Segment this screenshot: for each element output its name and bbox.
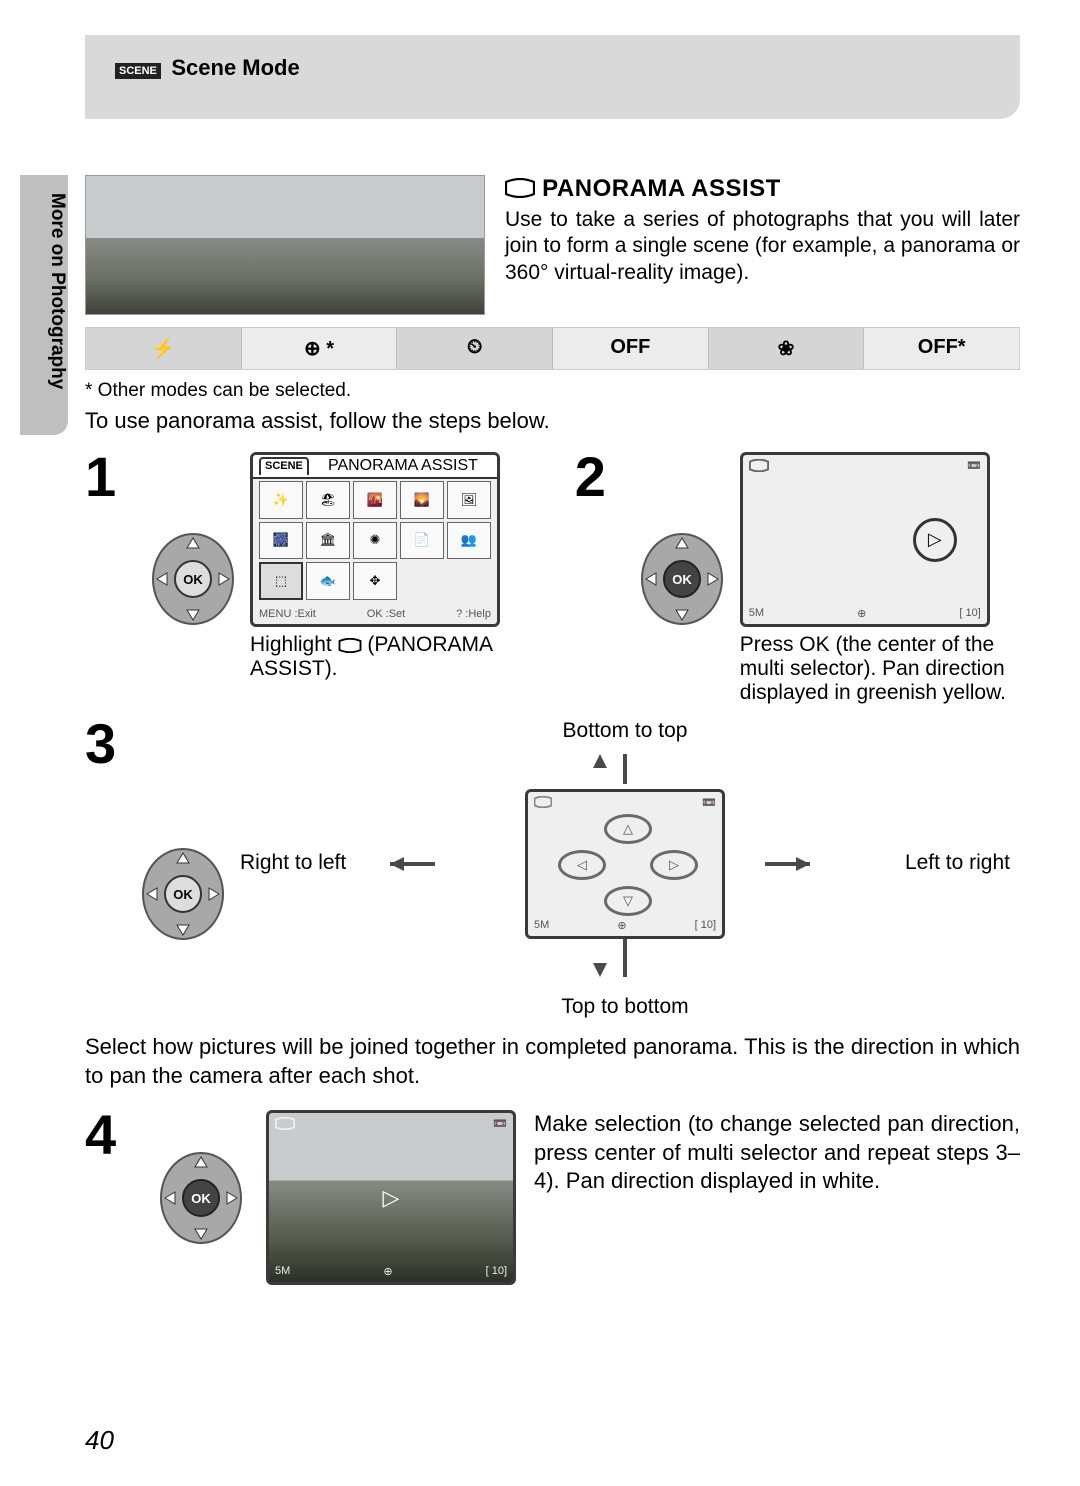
shots-remaining-label: [ 10] xyxy=(486,1265,507,1278)
scene-badge: SCENE xyxy=(115,63,161,79)
step1-screen: SCENE PANORAMA ASSIST ✨🏖🌇🌄🖼 🎆🏛✺📄👥 ⬚🐟✥ ME… xyxy=(250,452,500,627)
label-right-to-left: Right to left xyxy=(240,851,346,875)
footnote: * Other modes can be selected. xyxy=(85,380,1020,402)
setting-selftimer: ⏲ xyxy=(397,328,553,369)
image-size-label: 5M xyxy=(275,1265,290,1278)
setting-selftimer-alt: ⊕ * xyxy=(242,328,398,369)
feature-title: PANORAMA ASSIST xyxy=(505,175,1020,203)
step2-caption: Press OK (the center of the multi select… xyxy=(740,633,1020,705)
panorama-icon xyxy=(534,796,552,808)
step4-screen: 📼 ▷ 5M ⊕ [ 10] xyxy=(266,1110,516,1285)
svg-text:OK: OK xyxy=(191,1191,211,1206)
header-title: Scene Mode xyxy=(171,55,299,80)
step1-caption: Highlight (PANORAMA ASSIST). xyxy=(250,633,575,681)
multi-selector-icon: OK xyxy=(156,1148,246,1248)
svg-text:OK: OK xyxy=(673,572,693,587)
settings-strip: ⚡ ⊕ * ⏲ OFF ❀ OFF* xyxy=(85,327,1020,370)
step-number-2: 2 xyxy=(575,452,625,502)
panorama-icon xyxy=(505,178,535,198)
multi-selector-icon: OK xyxy=(138,844,228,944)
panorama-cell: ⬚ xyxy=(259,562,303,600)
multi-selector-icon: OK xyxy=(148,529,238,629)
side-tab-label: More on Photography xyxy=(20,175,68,435)
setting-off-1: OFF xyxy=(553,328,709,369)
footer-set: OK :Set xyxy=(367,608,406,620)
side-tab: More on Photography xyxy=(20,175,68,435)
pan-direction-indicator: ▷ xyxy=(913,518,957,562)
panorama-icon xyxy=(749,459,769,472)
memory-icon: 📼 xyxy=(493,1117,507,1130)
step-number-1: 1 xyxy=(85,452,135,502)
step-number-4: 4 xyxy=(85,1110,135,1160)
shots-remaining-label: [ 10] xyxy=(959,607,980,620)
scene-tab: SCENE xyxy=(259,457,309,475)
step3-caption: Select how pictures will be joined toget… xyxy=(85,1033,1020,1090)
setting-macro: ❀ xyxy=(709,328,865,369)
panorama-sample-image xyxy=(85,175,485,315)
setting-flash: ⚡ xyxy=(86,328,242,369)
setting-off-2: OFF* xyxy=(864,328,1019,369)
panorama-icon xyxy=(338,638,362,653)
header-bar: SCENE Scene Mode xyxy=(85,35,1020,119)
step-number-3: 3 xyxy=(85,719,135,769)
label-top-to-bottom: Top to bottom xyxy=(561,995,688,1019)
step4-text: Make selection (to change selected pan d… xyxy=(534,1110,1020,1196)
scene-grid: ✨🏖🌇🌄🖼 🎆🏛✺📄👥 ⬚🐟✥ xyxy=(259,481,491,600)
intro-block: PANORAMA ASSIST Use to take a series of … xyxy=(85,175,1020,315)
panorama-icon xyxy=(275,1117,295,1130)
memory-icon: 📼 xyxy=(967,459,981,472)
label-left-to-right: Left to right xyxy=(905,851,1010,875)
image-size-label: 5M xyxy=(749,607,764,620)
multi-selector-icon: OK xyxy=(637,529,727,629)
intro-line: To use panorama assist, follow the steps… xyxy=(85,408,1020,434)
footer-help: ? :Help xyxy=(456,608,491,620)
step2-screen: 📼 ▷ 5M ⊕ [ 10] xyxy=(740,452,990,627)
page-number: 40 xyxy=(85,1425,114,1456)
shots-remaining-label: [ 10] xyxy=(695,919,716,932)
page-content: PANORAMA ASSIST Use to take a series of … xyxy=(85,175,1020,1285)
memory-icon: 📼 xyxy=(702,796,716,809)
svg-text:OK: OK xyxy=(173,887,193,902)
footer-exit: MENU :Exit xyxy=(259,608,316,620)
image-size-label: 5M xyxy=(534,919,549,932)
screen-title: PANORAMA ASSIST xyxy=(315,457,491,475)
svg-text:OK: OK xyxy=(183,572,203,587)
feature-description: Use to take a series of photographs that… xyxy=(505,207,1020,286)
step3-screen: 📼 △ ◁ ▷ ▽ 5M ⊕ [ 10] xyxy=(525,789,725,939)
